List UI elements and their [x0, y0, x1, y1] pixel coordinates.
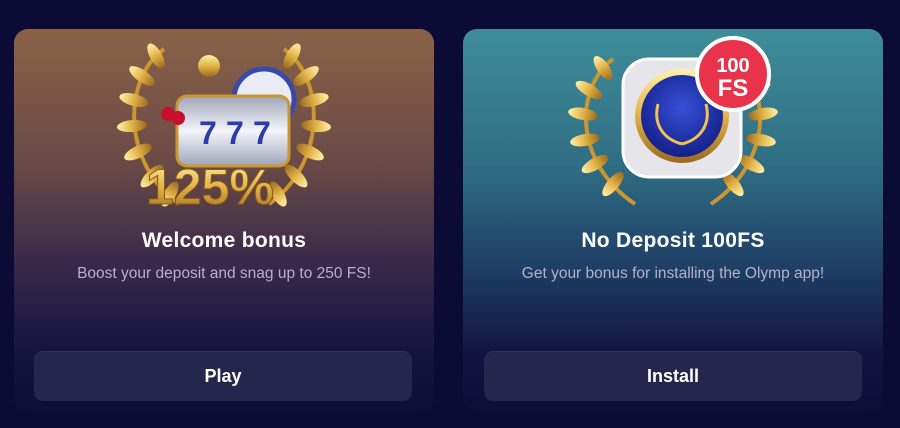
play-button[interactable]: Play: [34, 351, 412, 401]
svg-text:FS: FS: [718, 75, 749, 102]
svg-text:7: 7: [199, 115, 217, 151]
install-button[interactable]: Install: [484, 351, 862, 401]
svg-text:125%: 125%: [146, 159, 274, 215]
no-deposit-illustration: 100 FS: [568, 36, 778, 206]
welcome-bonus-illustration: 7 7 7 125%: [117, 43, 331, 216]
card-description: Get your bonus for installing the Olymp …: [521, 265, 825, 282]
slot-machine-icon: 7 7 7 125%: [146, 55, 297, 216]
free-spins-badge: 100 FS: [695, 36, 771, 112]
card-title: No Deposit 100FS: [581, 229, 765, 252]
card-description: Boost your deposit and snag up to 250 FS…: [77, 265, 371, 282]
card-title: Welcome bonus: [141, 229, 307, 252]
svg-text:7: 7: [253, 115, 271, 151]
svg-text:7: 7: [226, 115, 244, 151]
no-deposit-card: 100 FS No Deposit 100FS Get your bonus f…: [463, 29, 883, 413]
svg-text:100: 100: [716, 55, 749, 77]
welcome-bonus-card: 7 7 7 125% Welcome bonus Boost your depo…: [14, 29, 434, 413]
